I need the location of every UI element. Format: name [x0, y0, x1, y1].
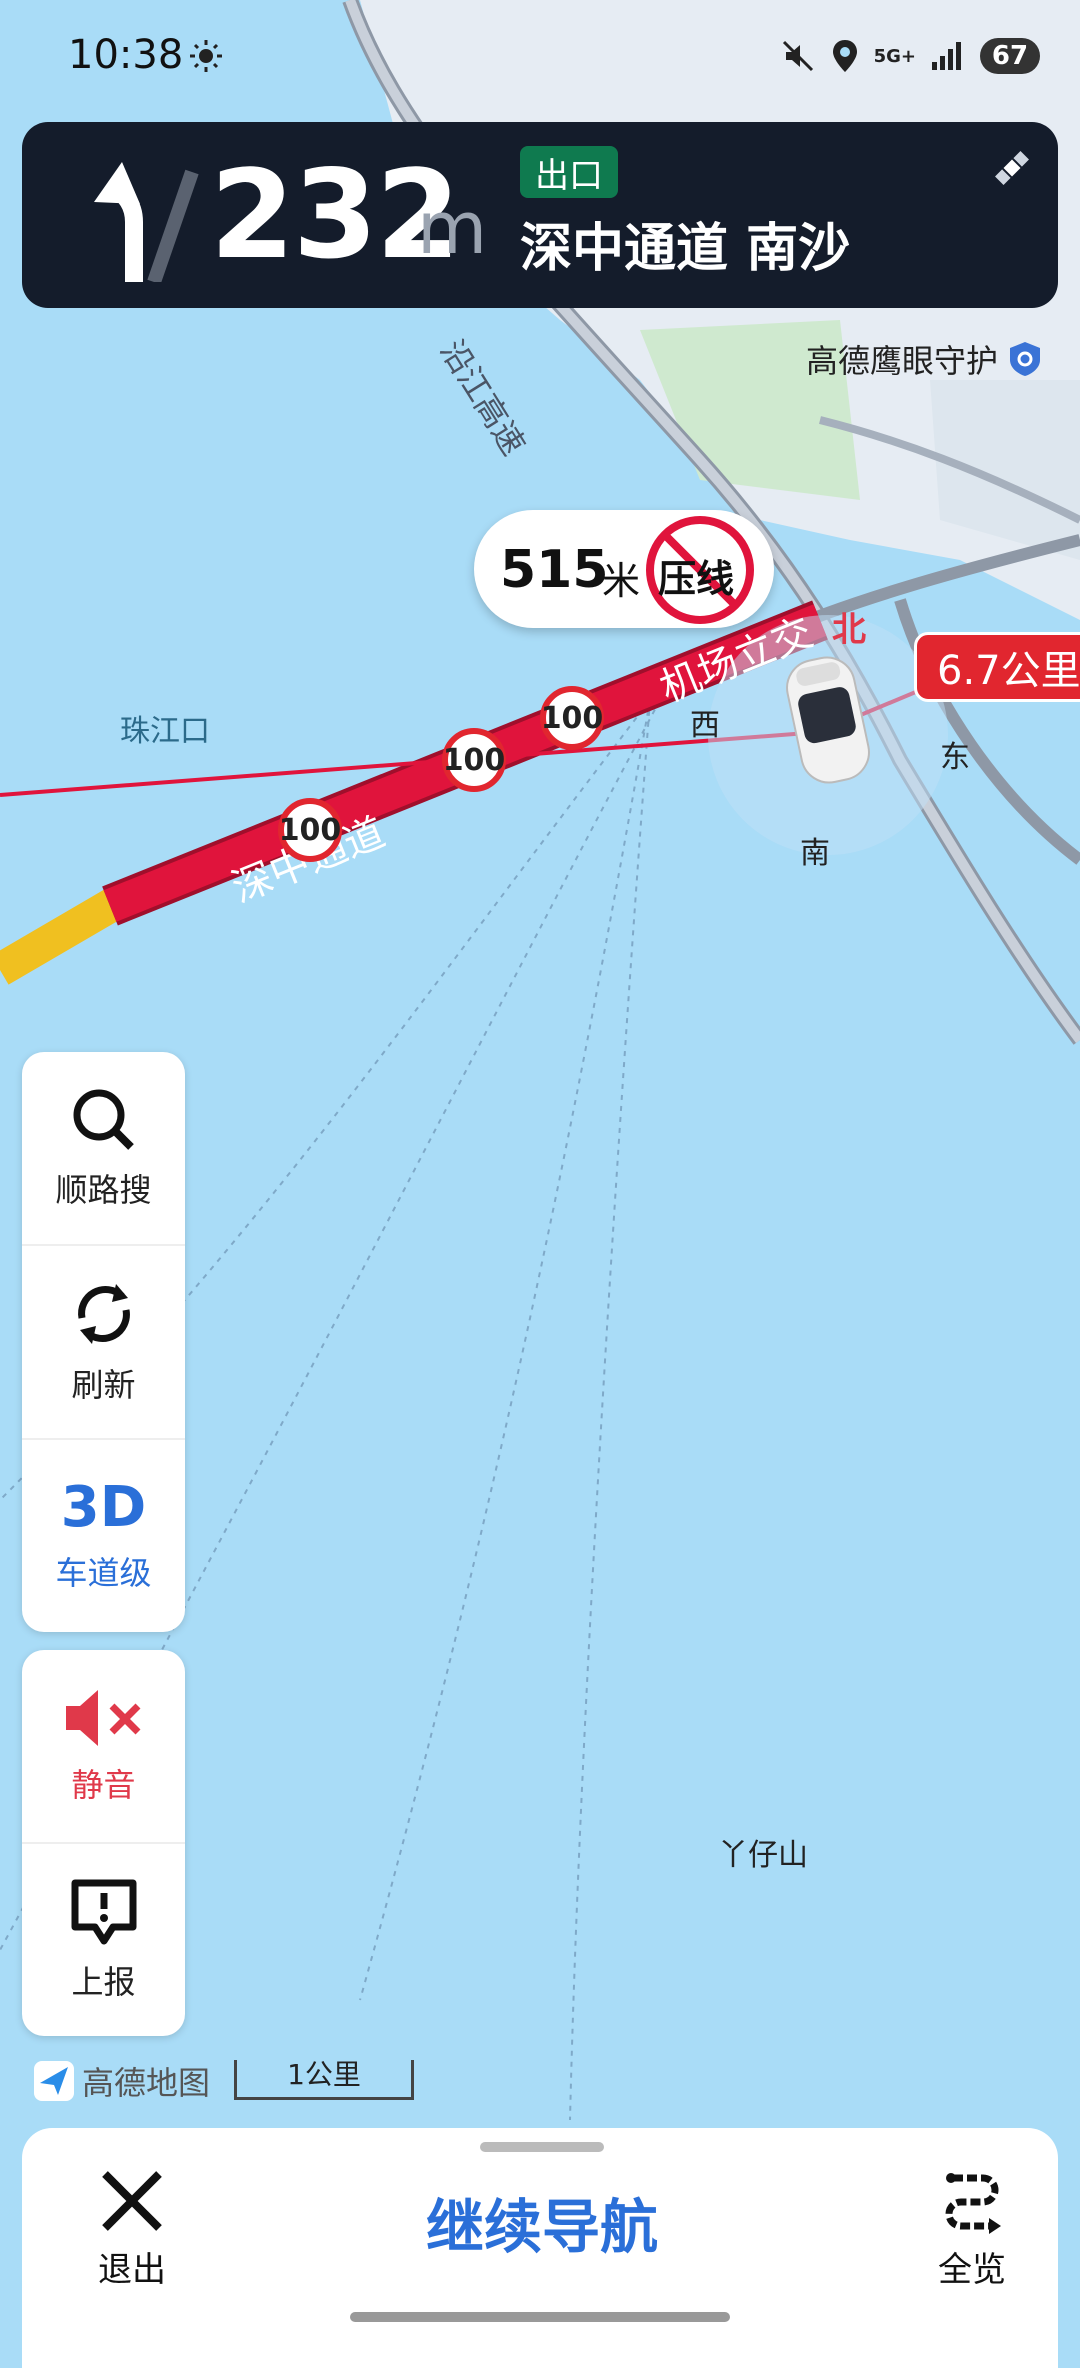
report-label: 上报: [71, 1963, 136, 2001]
compass-north: 北: [832, 610, 866, 650]
refresh-icon: [77, 1284, 130, 1344]
compass-west: 西: [690, 708, 720, 743]
warning-unit: 米: [602, 559, 641, 603]
search-along-button[interactable]: 顺路搜: [22, 1052, 185, 1244]
speed-limit-sign: 100: [278, 798, 342, 862]
eagle-eye-label: 高德鹰眼守护: [806, 342, 999, 380]
bottom-control-bar: 退出 继续导航 全览: [22, 2128, 1058, 2368]
route-overview-icon: [945, 2173, 1001, 2234]
battery-indicator: 67: [980, 38, 1040, 74]
exit-nav-button[interactable]: 退出: [62, 2168, 202, 2318]
lane-level-3d-button[interactable]: 3D 车道级: [22, 1438, 185, 1632]
speed-limit-sign: 100: [442, 728, 506, 792]
amap-logo-icon: [34, 2061, 74, 2101]
mute-label: 静音: [71, 1766, 136, 1804]
overview-button[interactable]: 全览: [902, 2168, 1042, 2318]
warning-distance: 515: [500, 540, 609, 600]
search-icon: [73, 1089, 134, 1150]
lane-level-label: 车道级: [55, 1554, 152, 1592]
distance-unit: m: [417, 186, 488, 270]
satellite-icon[interactable]: [990, 146, 1034, 190]
exit-badge: 出口: [520, 146, 618, 198]
eagle-eye-guard[interactable]: 高德鹰眼守护: [806, 336, 1042, 382]
speaker-mute-icon: [65, 1690, 140, 1746]
mute-button[interactable]: 静音: [22, 1650, 185, 1842]
exit-label: 退出: [98, 2250, 166, 2290]
status-time: 10:38: [68, 32, 184, 78]
compass-south: 南: [800, 836, 830, 871]
warning-text: 压线: [658, 557, 735, 601]
3d-text: 3D: [60, 1475, 147, 1540]
drag-handle[interactable]: [480, 2142, 604, 2152]
status-bar: 10:38 5G+ 67: [0, 0, 1080, 118]
amap-logo: 高德地图: [34, 2058, 210, 2104]
overview-label: 全览: [938, 2250, 1006, 2290]
report-icon: [71, 1879, 136, 1945]
map-scale: 1公里: [234, 2060, 414, 2100]
signal-icon: [932, 42, 961, 70]
speed-limit-sign: 100: [540, 686, 604, 750]
brightness-icon: [190, 40, 222, 72]
no-line-crossing-icon: 压线: [644, 514, 756, 626]
continue-navigation-button[interactable]: 继续导航: [362, 2180, 722, 2264]
nav-instruction-banner[interactable]: 232 m 出口 深中通道 南沙: [22, 122, 1058, 308]
shield-icon: [1010, 342, 1041, 376]
next-road-name: 深中通道 南沙: [520, 219, 851, 279]
place-yazaishan: 丫仔山: [718, 1838, 808, 1873]
voice-report-panel: 静音 上报: [22, 1650, 185, 2036]
lane-warning-bubble: 515 米 压线: [474, 510, 774, 628]
map-tools-panel: 顺路搜 刷新 3D 车道级: [22, 1052, 185, 1632]
home-indicator[interactable]: [350, 2312, 730, 2322]
turn-slight-left-icon: [94, 162, 199, 282]
search-along-label: 顺路搜: [55, 1171, 152, 1209]
compass-east: 东: [940, 740, 970, 775]
report-button[interactable]: 上报: [22, 1842, 185, 2036]
network-type: 5G+: [873, 45, 916, 67]
mute-status-icon: [782, 40, 813, 72]
refresh-button[interactable]: 刷新: [22, 1244, 185, 1438]
remaining-distance-tag: 6.7公里: [914, 632, 1080, 702]
location-status-icon: [832, 40, 857, 72]
refresh-label: 刷新: [71, 1366, 136, 1404]
close-icon: [102, 2171, 162, 2231]
place-zhujiangkou: 珠江口: [120, 714, 210, 749]
amap-logo-text: 高德地图: [82, 2064, 211, 2102]
